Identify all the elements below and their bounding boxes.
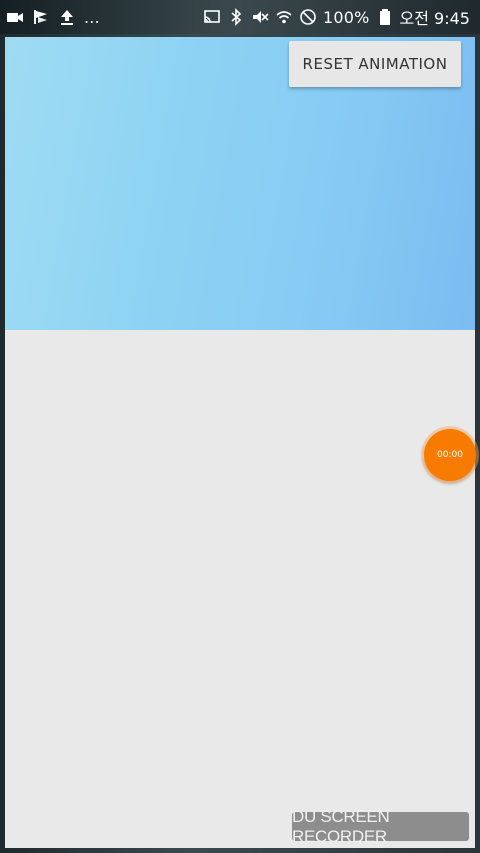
status-bar: ... 100% 오전 9:45: [0, 0, 480, 34]
mute-icon: [251, 8, 269, 26]
upload-icon: [58, 8, 76, 26]
recorder-watermark: DU SCREEN RECORDER: [292, 807, 469, 846]
do-not-disturb-icon: [299, 8, 317, 26]
bluetooth-icon: [227, 8, 245, 26]
flag-icon: [32, 8, 50, 26]
screen-recorder-bubble[interactable]: 00:00: [424, 429, 476, 481]
cast-icon: [203, 8, 221, 26]
reset-animation-button[interactable]: RESET ANIMATION: [289, 41, 461, 87]
phone-screen: ... 100% 오전 9:45 RESET ANIMATION 00:00 D…: [0, 0, 480, 853]
content-area: [5, 330, 475, 848]
recorder-timer: 00:00: [437, 450, 463, 460]
wifi-icon: [275, 8, 293, 26]
battery-percent: 100%: [322, 7, 370, 27]
app-window: RESET ANIMATION: [5, 37, 475, 848]
status-bar-left: ...: [6, 8, 100, 27]
battery-icon: [376, 8, 394, 26]
video-camera-icon: [6, 8, 24, 26]
clock: 오전 9:45: [399, 9, 470, 28]
status-bar-right: 100% 오전 9:45: [203, 5, 470, 29]
animated-header-panel: RESET ANIMATION: [5, 37, 475, 330]
overflow-indicator: ...: [84, 7, 100, 27]
